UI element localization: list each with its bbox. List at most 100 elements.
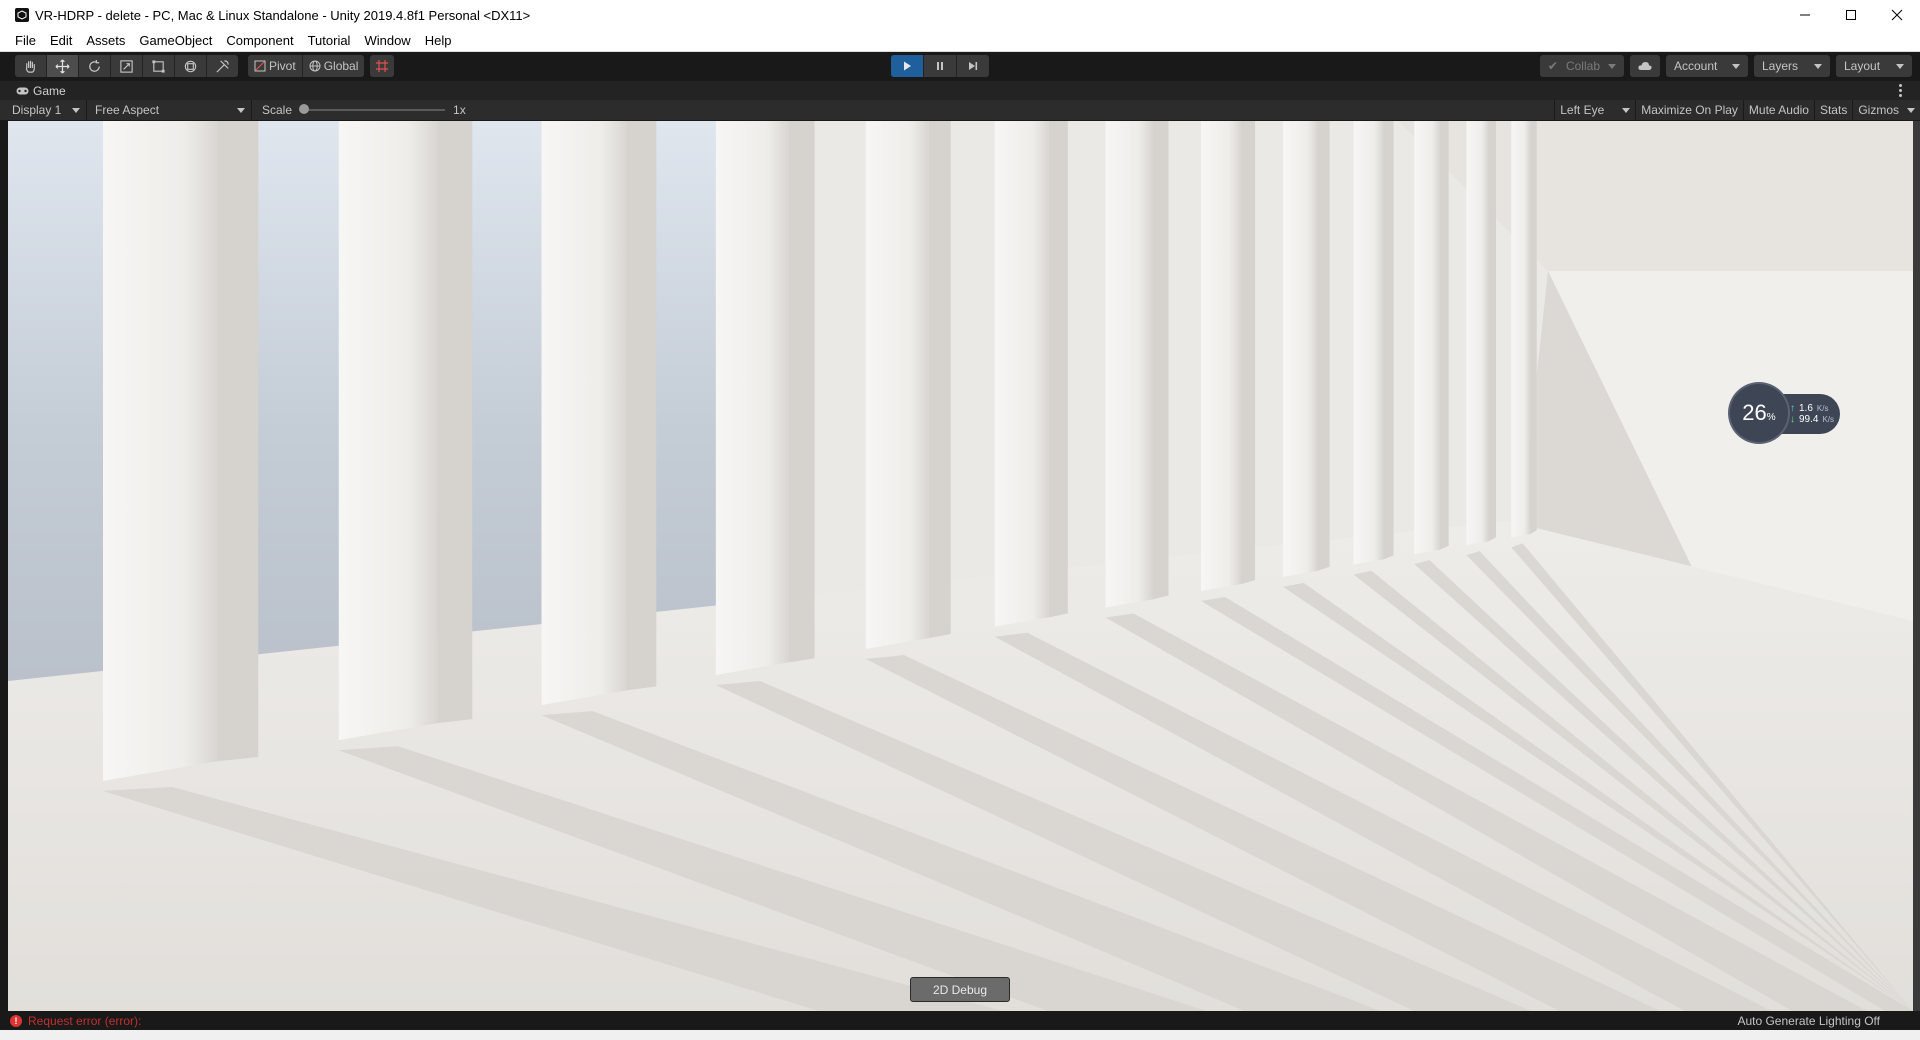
upload-arrow-icon: ↑ [1790,403,1795,414]
rotate-icon [89,59,100,72]
gizmos-label: Gizmos [1858,103,1899,117]
collab-dropdown[interactable]: ✔ Collab [1539,55,1624,77]
menu-assets[interactable]: Assets [79,30,132,51]
toolbar-right: ✔ Collab Account Layers Layout [1539,55,1912,77]
column-post-side [1530,121,1537,535]
maximize-on-play-label: Maximize On Play [1641,103,1738,117]
main-toolbar: Pivot Global ✔ Collab Account Layers Lay… [0,52,1920,80]
cpu-percent-unit: % [1766,411,1776,423]
column-post [1511,121,1531,538]
chevron-down-icon [1814,63,1822,69]
rect-tool-button[interactable] [143,55,175,77]
gizmos-dropdown[interactable]: Gizmos [1852,100,1920,120]
scale-icon [120,59,133,73]
minimize-icon [1800,14,1810,16]
scale-tool-button[interactable] [111,55,143,77]
game-view-toggles: Left Eye Maximize On Play Mute Audio Sta… [1554,100,1920,120]
scale-slider[interactable] [299,104,446,114]
display-dropdown[interactable]: Display 1 [0,100,87,120]
column-post-side [1241,121,1256,585]
menu-component[interactable]: Component [219,30,300,51]
menu-gameobject[interactable]: GameObject [132,30,219,51]
account-label: Account [1674,59,1718,73]
column-post [1283,121,1318,577]
column-post-side [626,121,657,691]
scale-value: 1x [453,103,466,117]
column-post-side [789,121,815,663]
layout-label: Layout [1844,59,1881,73]
chevron-down-icon [1907,107,1915,113]
column-post [338,121,438,741]
menu-help[interactable]: Help [418,30,459,51]
tab-game-label: Game [33,83,66,98]
menu-edit[interactable]: Edit [43,30,79,51]
pivot-group: Pivot Global [248,55,365,77]
layers-label: Layers [1762,59,1799,73]
chevron-down-icon [237,107,245,113]
pause-button[interactable] [924,55,957,77]
grid-snap-button[interactable] [370,55,395,77]
cpu-usage-circle[interactable]: 26% [1730,384,1788,442]
stats-toggle[interactable]: Stats [1813,100,1852,120]
menu-tutorial[interactable]: Tutorial [301,30,358,51]
close-icon [1891,9,1903,21]
eye-label: Left Eye [1560,103,1605,117]
custom-tool-button[interactable] [207,55,238,77]
column-post [865,121,929,650]
chevron-down-icon [1608,63,1616,69]
upload-row: ↑ 1.6 K/s [1790,403,1840,414]
pause-icon [937,62,943,70]
pivot-toggle[interactable]: Pivot [248,55,303,77]
grid-snap-icon [376,60,389,72]
tab-game[interactable]: Game [16,84,66,98]
rect-icon [152,59,165,73]
global-toggle[interactable]: Global [303,55,365,77]
aspect-dropdown[interactable]: Free Aspect [87,100,252,120]
cloud-services-button[interactable] [1630,55,1660,77]
column-post [715,121,790,675]
eye-dropdown[interactable]: Left Eye [1554,100,1635,120]
game-viewport[interactable]: ↑ 1.6 K/s ↓ 99.4 K/s 26% 2D Debug [8,121,1913,1011]
upload-unit: K/s [1816,404,1829,413]
step-button[interactable] [957,55,989,77]
move-icon [55,59,70,73]
column-post [1353,121,1384,565]
tab-options-icon[interactable] [1898,84,1902,97]
aspect-label: Free Aspect [95,103,160,117]
account-dropdown[interactable]: Account [1666,55,1748,77]
maximize-button[interactable] [1828,0,1874,30]
status-error-text[interactable]: Request error (error): [28,1014,141,1028]
move-tool-button[interactable] [47,55,79,77]
window-bottom-edge [0,1030,1920,1040]
upload-value: 1.6 [1799,403,1813,414]
display-label: Display 1 [12,103,62,117]
layout-dropdown[interactable]: Layout [1836,55,1912,77]
column-post-side [1488,121,1496,542]
menu-file[interactable]: File [0,30,43,51]
maximize-on-play-toggle[interactable]: Maximize On Play [1635,100,1743,120]
viewport-scrollbar[interactable] [1913,121,1920,1011]
hand-tool-button[interactable] [15,55,47,77]
status-bar: ! Request error (error): Auto Generate L… [0,1011,1920,1030]
minimize-button[interactable] [1782,0,1828,30]
debug-2d-button[interactable]: 2D Debug [910,977,1010,1002]
play-button[interactable] [891,55,924,77]
menu-window[interactable]: Window [357,30,417,51]
transform-tool-button[interactable] [175,55,207,77]
layers-dropdown[interactable]: Layers [1754,55,1830,77]
column-post-side [1152,121,1169,600]
scale-label: Scale [262,103,293,117]
mute-audio-toggle[interactable]: Mute Audio [1742,100,1814,120]
close-button[interactable] [1874,0,1920,30]
scale-slider-thumb[interactable] [299,104,310,114]
transform-icon [184,60,197,72]
scale-control: Scale 1x [252,103,466,117]
column-post-side [218,121,259,762]
rotate-tool-button[interactable] [79,55,111,77]
menu-bar: File Edit Assets GameObject Component Tu… [0,30,1920,52]
chevron-down-icon [1622,107,1631,113]
column-post [994,121,1049,627]
download-row: ↓ 99.4 K/s [1790,414,1840,425]
mute-audio-label: Mute Audio [1748,103,1809,117]
hand-icon [25,60,35,73]
